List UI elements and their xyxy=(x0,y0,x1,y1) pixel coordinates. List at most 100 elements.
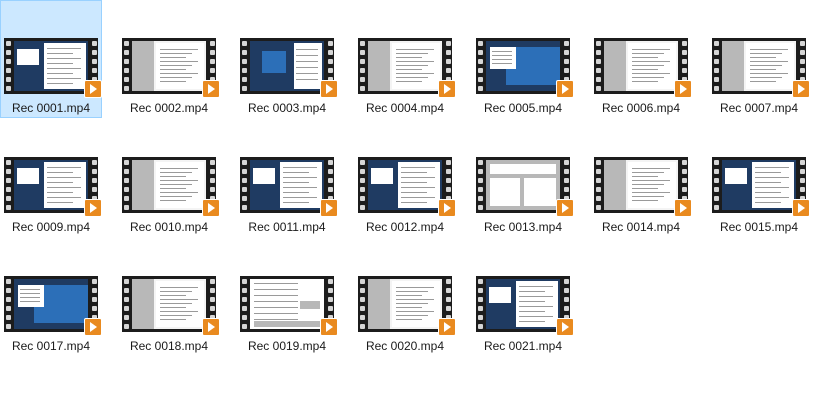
thumbnail-screen xyxy=(14,160,88,210)
video-file-icon xyxy=(712,157,810,217)
file-name-label: Rec 0002.mp4 xyxy=(129,101,209,115)
file-item[interactable]: Rec 0014.mp4 xyxy=(590,119,692,237)
file-name-label: Rec 0004.mp4 xyxy=(365,101,445,115)
film-perforation xyxy=(4,276,12,332)
thumbnail-screen xyxy=(132,41,206,91)
video-file-icon xyxy=(122,276,220,336)
play-badge-icon xyxy=(556,80,574,98)
play-badge-icon xyxy=(84,80,102,98)
film-perforation xyxy=(4,38,12,94)
file-item[interactable]: Rec 0003.mp4 xyxy=(236,0,338,118)
file-name-label: Rec 0005.mp4 xyxy=(483,101,563,115)
film-perforation xyxy=(240,38,248,94)
film-perforation xyxy=(4,157,12,213)
file-name-label: Rec 0011.mp4 xyxy=(248,220,326,234)
thumbnail-screen xyxy=(250,279,324,329)
file-name-label: Rec 0013.mp4 xyxy=(483,220,563,234)
video-file-icon xyxy=(4,276,102,336)
file-name-label: Rec 0020.mp4 xyxy=(365,339,445,353)
film-perforation xyxy=(240,276,248,332)
video-file-icon xyxy=(240,276,338,336)
film-perforation xyxy=(122,276,130,332)
file-name-label: Rec 0015.mp4 xyxy=(719,220,799,234)
play-badge-icon xyxy=(320,318,338,336)
film-perforation xyxy=(476,157,484,213)
file-item[interactable]: Rec 0020.mp4 xyxy=(354,238,456,356)
file-name-label: Rec 0012.mp4 xyxy=(365,220,445,234)
play-badge-icon xyxy=(438,80,456,98)
play-badge-icon xyxy=(320,199,338,217)
file-name-label: Rec 0006.mp4 xyxy=(601,101,681,115)
thumbnail-screen xyxy=(14,41,88,91)
file-item[interactable]: Rec 0005.mp4 xyxy=(472,0,574,118)
film-perforation xyxy=(476,38,484,94)
file-name-label: Rec 0007.mp4 xyxy=(719,101,799,115)
file-name-label: Rec 0018.mp4 xyxy=(129,339,209,353)
video-file-icon xyxy=(476,38,574,98)
video-file-icon xyxy=(594,38,692,98)
play-badge-icon xyxy=(84,199,102,217)
video-file-icon xyxy=(4,157,102,217)
thumbnail-screen xyxy=(132,160,206,210)
thumbnail-screen xyxy=(14,279,88,329)
file-item[interactable]: Rec 0013.mp4 xyxy=(472,119,574,237)
play-badge-icon xyxy=(202,80,220,98)
film-perforation xyxy=(712,38,720,94)
play-badge-icon xyxy=(792,199,810,217)
film-perforation xyxy=(358,276,366,332)
play-badge-icon xyxy=(438,318,456,336)
file-item[interactable]: Rec 0018.mp4 xyxy=(118,238,220,356)
play-badge-icon xyxy=(674,199,692,217)
play-badge-icon xyxy=(84,318,102,336)
file-item[interactable]: Rec 0006.mp4 xyxy=(590,0,692,118)
file-item[interactable]: Rec 0004.mp4 xyxy=(354,0,456,118)
file-item[interactable]: Rec 0015.mp4 xyxy=(708,119,810,237)
file-item[interactable]: Rec 0002.mp4 xyxy=(118,0,220,118)
file-item[interactable]: Rec 0017.mp4 xyxy=(0,238,102,356)
file-name-label: Rec 0010.mp4 xyxy=(129,220,209,234)
video-file-icon xyxy=(358,157,456,217)
file-name-label: Rec 0019.mp4 xyxy=(247,339,327,353)
film-perforation xyxy=(240,157,248,213)
thumbnail-screen xyxy=(722,41,796,91)
file-name-label: Rec 0001.mp4 xyxy=(11,101,91,115)
file-item[interactable]: Rec 0012.mp4 xyxy=(354,119,456,237)
thumbnail-screen xyxy=(132,279,206,329)
file-item[interactable]: Rec 0009.mp4 xyxy=(0,119,102,237)
thumbnail-screen xyxy=(486,279,560,329)
file-item[interactable]: Rec 0007.mp4 xyxy=(708,0,810,118)
play-badge-icon xyxy=(202,199,220,217)
file-item[interactable]: Rec 0019.mp4 xyxy=(236,238,338,356)
film-perforation xyxy=(358,157,366,213)
file-item[interactable]: Rec 0010.mp4 xyxy=(118,119,220,237)
film-perforation xyxy=(594,38,602,94)
file-item[interactable]: Rec 0001.mp4 xyxy=(0,0,102,118)
thumbnail-screen xyxy=(368,41,442,91)
play-badge-icon xyxy=(556,199,574,217)
play-badge-icon xyxy=(792,80,810,98)
film-perforation xyxy=(358,38,366,94)
file-name-label: Rec 0014.mp4 xyxy=(601,220,681,234)
thumbnail-screen xyxy=(368,279,442,329)
file-name-label: Rec 0017.mp4 xyxy=(11,339,91,353)
film-perforation xyxy=(122,157,130,213)
play-badge-icon xyxy=(674,80,692,98)
thumbnail-screen xyxy=(722,160,796,210)
file-item[interactable]: Rec 0011.mp4 xyxy=(236,119,338,237)
video-file-icon xyxy=(358,38,456,98)
thumbnail-screen xyxy=(486,41,560,91)
video-file-icon xyxy=(358,276,456,336)
file-item[interactable]: Rec 0021.mp4 xyxy=(472,238,574,356)
play-badge-icon xyxy=(320,80,338,98)
thumbnail-screen xyxy=(604,160,678,210)
film-perforation xyxy=(712,157,720,213)
thumbnail-screen xyxy=(486,160,560,210)
video-file-icon xyxy=(594,157,692,217)
video-file-icon xyxy=(476,157,574,217)
thumbnail-screen xyxy=(250,160,324,210)
file-grid: Rec 0001.mp4 Rec 0002.mp4 Rec 0003.mp4 Rec … xyxy=(0,0,824,409)
video-file-icon xyxy=(240,157,338,217)
film-perforation xyxy=(594,157,602,213)
file-name-label: Rec 0009.mp4 xyxy=(11,220,91,234)
play-badge-icon xyxy=(202,318,220,336)
